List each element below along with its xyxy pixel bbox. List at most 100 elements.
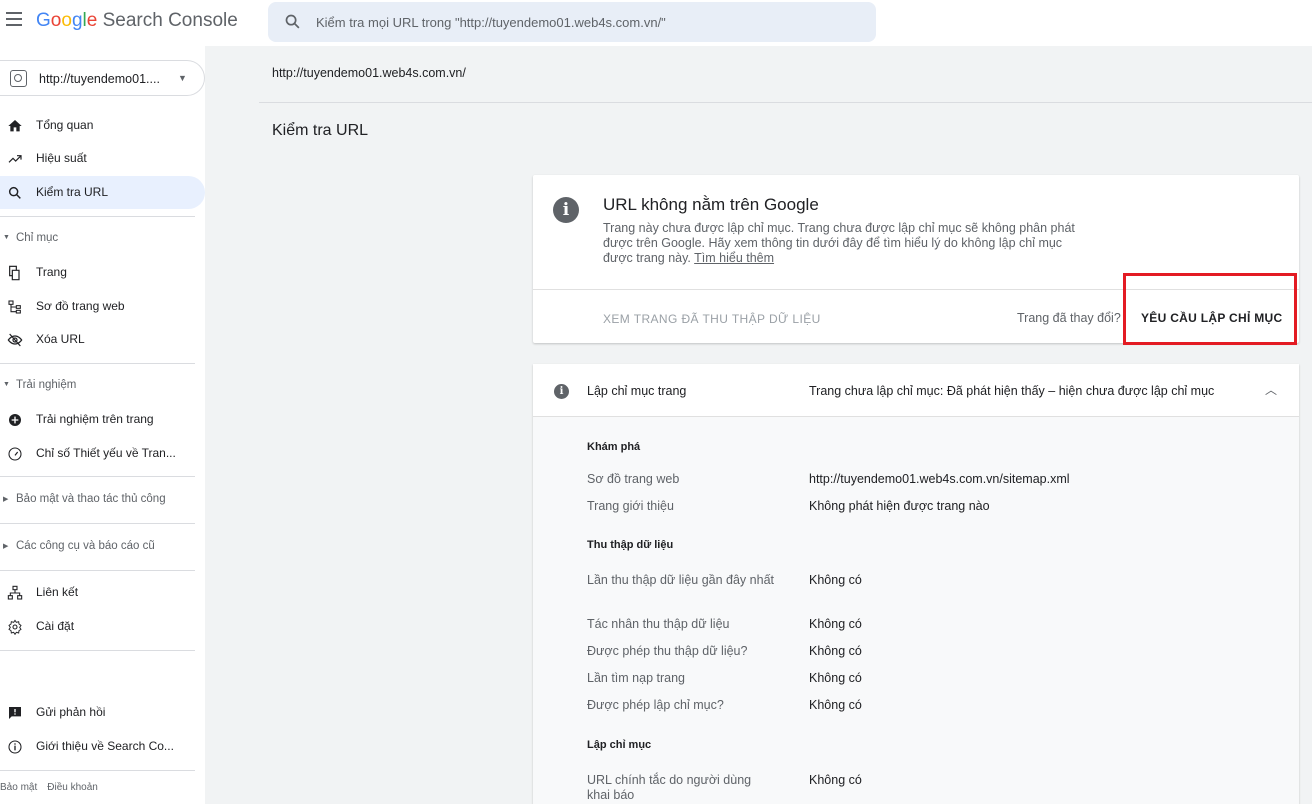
nav-label: Hiệu suất (36, 151, 87, 165)
page-changed-label: Trang đã thay đổi? (1017, 311, 1121, 325)
nav-core-web-vitals[interactable]: Chỉ số Thiết yếu về Tran... (0, 437, 205, 470)
detail-value: http://tuyendemo01.web4s.com.vn/sitemap.… (809, 472, 1070, 486)
nav-label: Gửi phản hồi (36, 705, 106, 719)
trending-up-icon (8, 155, 22, 163)
sidebar-divider (0, 770, 195, 771)
section-index-toggle[interactable]: ▼ Chỉ mục (0, 226, 205, 252)
detail-key: Sơ đồ trang web (587, 472, 680, 486)
detail-key: Được phép lập chỉ mục? (587, 698, 724, 712)
sidebar-divider (0, 476, 195, 477)
search-icon (8, 186, 21, 199)
menu-icon[interactable] (6, 12, 22, 32)
sitemap-icon (8, 300, 21, 314)
app-logo[interactable]: Google Search Console (36, 10, 238, 32)
status-title: URL không nằm trên Google (603, 195, 819, 214)
top-bar: Google Search Console (0, 0, 1312, 46)
expand-arrow-icon: ▶ (3, 496, 9, 503)
detail-value: Không có (809, 644, 862, 658)
logo-letter: G (36, 10, 51, 31)
nav-about[interactable]: Giới thiệu về Search Co... (0, 730, 205, 763)
request-indexing-button[interactable]: YÊU CẦU LẬP CHỈ MỤC (1141, 311, 1283, 325)
feedback-icon (9, 707, 21, 719)
nav-label: Liên kết (36, 585, 79, 599)
info-icon: i (554, 384, 569, 399)
dropdown-arrow-icon: ▼ (178, 73, 187, 83)
page-indexing-header[interactable]: i Lập chỉ mục trang Trang chưa lập chỉ m… (533, 364, 1299, 416)
search-icon (285, 14, 300, 29)
logo-letter: o (61, 10, 72, 31)
detail-value: Không phát hiện được trang nào (809, 499, 990, 513)
section-label: Chỉ mục (16, 232, 59, 244)
nav-page-experience[interactable]: Trải nghiệm trên trang (0, 403, 205, 436)
section-security-toggle[interactable]: ▶ Bảo mật và thao tác thủ công (0, 487, 205, 513)
section-legacy-toggle[interactable]: ▶ Các công cụ và báo cáo cũ (0, 534, 205, 560)
terms-link[interactable]: Điều khoản (47, 782, 98, 793)
detail-value: Không có (809, 617, 862, 631)
collapse-arrow-icon: ▼ (3, 234, 10, 241)
sidebar-divider (0, 523, 195, 524)
nav-settings[interactable]: Cài đặt (0, 610, 205, 643)
description-text: Trang này chưa được lập chỉ mục. Trang c… (603, 221, 1075, 265)
sidebar: http://tuyendemo01.... ▼ Tổng quan Hiệu … (0, 46, 205, 804)
detail-key: Lần thu thập dữ liệu gần đây nhất (587, 573, 774, 587)
nav-label: Kiểm tra URL (36, 185, 109, 199)
nav-links[interactable]: Liên kết (0, 576, 205, 609)
sidebar-divider (0, 650, 195, 651)
view-crawled-page-button[interactable]: XEM TRANG ĐÃ THU THẬP DỮ LIỆU (603, 312, 821, 326)
property-url: http://tuyendemo01.... (39, 72, 160, 86)
url-inspection-search (268, 2, 876, 42)
eye-off-icon (7, 333, 23, 347)
nav-label: Tổng quan (36, 118, 94, 132)
page-indexing-card: i Lập chỉ mục trang Trang chưa lập chỉ m… (533, 364, 1299, 804)
chevron-up-icon[interactable]: ︿ (1265, 381, 1277, 398)
nav-sitemaps[interactable]: Sơ đồ trang web (0, 290, 205, 323)
section-heading: Khám phá (587, 441, 641, 453)
nav-label: Chỉ số Thiết yếu về Tran... (36, 446, 176, 460)
status-description: Trang này chưa được lập chỉ mục. Trang c… (603, 221, 1083, 266)
section-experience-toggle[interactable]: ▼ Trải nghiệm (0, 373, 205, 399)
page-title: Kiểm tra URL (272, 122, 369, 139)
logo-letter: e (86, 10, 98, 31)
nav-label: Sơ đồ trang web (36, 299, 125, 313)
nav-label: Xóa URL (36, 332, 85, 346)
privacy-link[interactable]: Bảo mật (0, 782, 37, 793)
section-heading: Lập chỉ mục (587, 739, 652, 751)
pages-icon (9, 265, 20, 281)
gear-icon (8, 619, 22, 635)
logo-letter: o (50, 10, 62, 31)
logo-letter: g (71, 10, 83, 31)
section-label: Bảo mật và thao tác thủ công (16, 493, 166, 505)
nav-performance[interactable]: Hiệu suất (0, 142, 205, 175)
collapse-arrow-icon: ▼ (3, 381, 10, 388)
globe-icon (10, 70, 27, 87)
nav-feedback[interactable]: Gửi phản hồi (0, 696, 205, 729)
learn-more-link[interactable]: Tìm hiểu thêm (694, 251, 774, 265)
nav-pages[interactable]: Trang (0, 256, 205, 289)
sidebar-divider (0, 363, 195, 364)
nav-label: Trang (36, 265, 67, 279)
nav-overview[interactable]: Tổng quan (0, 109, 205, 142)
property-selector[interactable]: http://tuyendemo01.... ▼ (0, 60, 205, 96)
nav-url-inspection[interactable]: Kiểm tra URL (0, 176, 205, 209)
search-input[interactable] (316, 2, 856, 42)
indexing-status: Trang chưa lập chỉ mục: Đã phát hiện thấ… (809, 384, 1215, 398)
breadcrumb: http://tuyendemo01.web4s.com.vn/ (272, 66, 466, 80)
nav-removals[interactable]: Xóa URL (0, 323, 205, 356)
app-name: Search Console (102, 10, 238, 31)
detail-key: URL chính tắc do người dùng khai báo (587, 773, 752, 802)
detail-key: Trang giới thiệu (587, 499, 674, 513)
section-label: Các công cụ và báo cáo cũ (16, 540, 155, 552)
home-icon (8, 120, 22, 132)
gauge-icon (8, 447, 22, 461)
detail-value: Không có (809, 773, 862, 787)
section-heading: Thu thập dữ liệu (587, 539, 674, 551)
footer-links: Bảo mật Điều khoản (0, 782, 108, 793)
sidebar-divider (0, 570, 195, 571)
breadcrumb-divider (259, 102, 1312, 103)
links-icon (7, 585, 23, 600)
detail-key: Được phép thu thập dữ liệu? (587, 644, 748, 658)
detail-value: Không có (809, 671, 862, 685)
detail-value: Không có (809, 573, 862, 587)
detail-value: Không có (809, 698, 862, 712)
sidebar-divider (0, 216, 195, 217)
